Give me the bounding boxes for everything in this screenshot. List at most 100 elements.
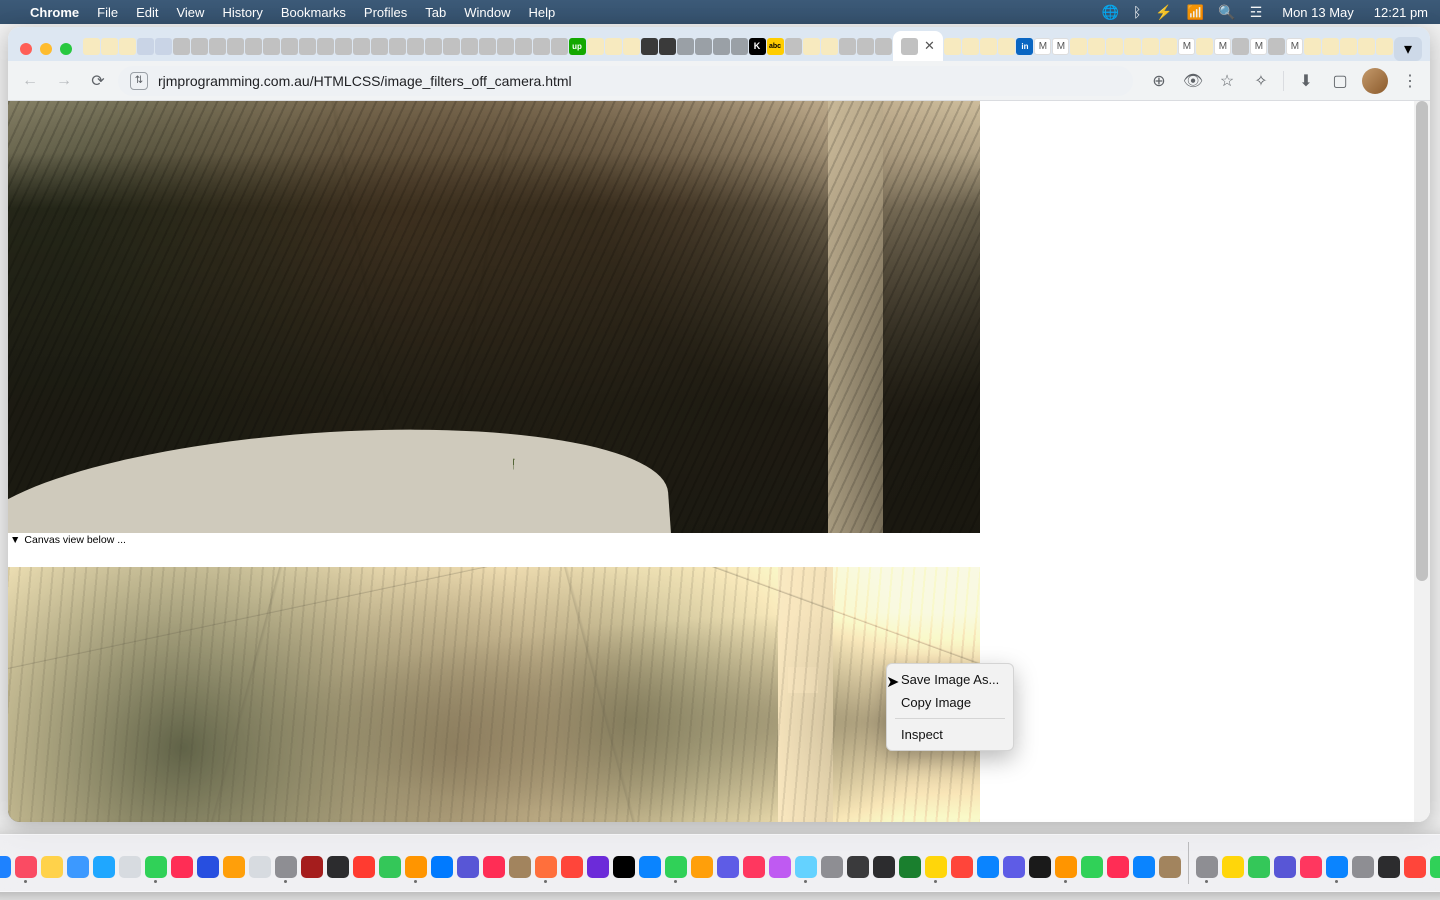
- background-tab[interactable]: [1142, 38, 1159, 55]
- status-spotlight-icon[interactable]: 🔍: [1218, 4, 1235, 21]
- dock-app[interactable]: [560, 843, 584, 883]
- active-tab[interactable]: ✕: [893, 31, 943, 61]
- dock-app[interactable]: [1054, 843, 1078, 883]
- status-bluetooth-icon[interactable]: ᛒ: [1133, 4, 1141, 20]
- dock-app[interactable]: [950, 843, 974, 883]
- background-tab[interactable]: [389, 38, 406, 55]
- context-inspect[interactable]: Inspect: [887, 723, 1013, 746]
- background-tab[interactable]: [1088, 38, 1105, 55]
- disclosure-triangle-icon[interactable]: ▼: [10, 534, 20, 546]
- background-tab[interactable]: [335, 38, 352, 55]
- background-tab[interactable]: [227, 38, 244, 55]
- background-tab[interactable]: [317, 38, 334, 55]
- background-tab[interactable]: [209, 38, 226, 55]
- background-tab[interactable]: [857, 38, 874, 55]
- background-tab[interactable]: [1322, 38, 1339, 55]
- dock-app[interactable]: [976, 843, 1000, 883]
- dock-app[interactable]: [1299, 843, 1323, 883]
- background-tab[interactable]: [998, 38, 1015, 55]
- dock-app[interactable]: [768, 843, 792, 883]
- background-tab[interactable]: [461, 38, 478, 55]
- background-tab[interactable]: [677, 38, 694, 55]
- background-tab[interactable]: M: [1052, 38, 1069, 55]
- status-battery-icon[interactable]: ⚡: [1155, 4, 1172, 21]
- background-tab[interactable]: [551, 38, 568, 55]
- dock-app[interactable]: [326, 843, 350, 883]
- background-tab[interactable]: [533, 38, 550, 55]
- background-tab[interactable]: [425, 38, 442, 55]
- dock-app[interactable]: [430, 843, 454, 883]
- tab-search-button[interactable]: ▾: [1394, 37, 1422, 61]
- menubar-app-name[interactable]: Chrome: [30, 5, 79, 20]
- background-tab[interactable]: [821, 38, 838, 55]
- background-tab[interactable]: [659, 38, 676, 55]
- dock-app[interactable]: [1002, 843, 1026, 883]
- dock-app[interactable]: [1221, 843, 1245, 883]
- background-tab[interactable]: [1124, 38, 1141, 55]
- background-tab[interactable]: [101, 38, 118, 55]
- background-tab[interactable]: M: [1214, 38, 1231, 55]
- status-wifi-icon[interactable]: 📶: [1187, 4, 1204, 21]
- omnibox[interactable]: ⇅ rjmprogramming.com.au/HTMLCSS/image_fi…: [118, 66, 1133, 96]
- background-tab[interactable]: [281, 38, 298, 55]
- status-globe-icon[interactable]: 🌐: [1102, 4, 1119, 21]
- dock-app[interactable]: [534, 843, 558, 883]
- status-control-center-icon[interactable]: ☲: [1250, 4, 1263, 21]
- menubar-time[interactable]: 12:21 pm: [1374, 5, 1428, 20]
- background-tab[interactable]: [263, 38, 280, 55]
- dock-app[interactable]: [690, 843, 714, 883]
- dock-app[interactable]: [612, 843, 636, 883]
- dock-app[interactable]: [638, 843, 662, 883]
- dock-app[interactable]: [144, 843, 168, 883]
- page-content[interactable]: ▼ Canvas view below ...: [8, 101, 1414, 822]
- menu-bookmarks[interactable]: Bookmarks: [281, 5, 346, 20]
- vertical-scrollbar[interactable]: [1414, 101, 1430, 822]
- background-tab[interactable]: [353, 38, 370, 55]
- dock-app[interactable]: [1195, 843, 1219, 883]
- dock-app[interactable]: [40, 843, 64, 883]
- menu-window[interactable]: Window: [464, 5, 510, 20]
- background-tab[interactable]: [605, 38, 622, 55]
- dock-app[interactable]: [1132, 843, 1156, 883]
- dock-app[interactable]: [482, 843, 506, 883]
- background-tab[interactable]: M: [1286, 38, 1303, 55]
- background-tab[interactable]: [515, 38, 532, 55]
- background-tab[interactable]: [587, 38, 604, 55]
- dock-app[interactable]: [1351, 843, 1375, 883]
- background-tab[interactable]: [1304, 38, 1321, 55]
- dock-app[interactable]: [300, 843, 324, 883]
- context-save-image-as[interactable]: Save Image As...: [887, 668, 1013, 691]
- background-tab[interactable]: [803, 38, 820, 55]
- background-tab[interactable]: [1358, 38, 1375, 55]
- dock-app[interactable]: [1106, 843, 1130, 883]
- menu-tab[interactable]: Tab: [425, 5, 446, 20]
- background-tab[interactable]: [731, 38, 748, 55]
- background-tab[interactable]: [641, 38, 658, 55]
- background-tab[interactable]: [83, 38, 100, 55]
- bookmark-star-icon[interactable]: ☆: [1215, 71, 1239, 91]
- dock-app[interactable]: [742, 843, 766, 883]
- background-tab[interactable]: K: [749, 38, 766, 55]
- zoom-icon[interactable]: ⊕: [1147, 71, 1171, 91]
- menu-history[interactable]: History: [222, 5, 262, 20]
- background-tab[interactable]: [944, 38, 961, 55]
- dock-app[interactable]: [898, 843, 922, 883]
- dock-app[interactable]: [170, 843, 194, 883]
- dock-app[interactable]: [404, 843, 428, 883]
- dock-app[interactable]: [586, 843, 610, 883]
- dock-app[interactable]: [846, 843, 870, 883]
- background-tab[interactable]: [1160, 38, 1177, 55]
- chrome-menu-icon[interactable]: ⋮: [1398, 71, 1422, 91]
- background-tab[interactable]: [407, 38, 424, 55]
- profile-avatar[interactable]: [1362, 68, 1388, 94]
- menu-edit[interactable]: Edit: [136, 5, 158, 20]
- canvas-caption-row[interactable]: ▼ Canvas view below ...: [8, 533, 980, 547]
- dock-app[interactable]: [196, 843, 220, 883]
- menu-profiles[interactable]: Profiles: [364, 5, 407, 20]
- background-tab[interactable]: M: [1034, 38, 1051, 55]
- dock-app[interactable]: [352, 843, 376, 883]
- dock-app[interactable]: [794, 843, 818, 883]
- background-tab[interactable]: [119, 38, 136, 55]
- dock-app[interactable]: [1080, 843, 1104, 883]
- window-minimize-button[interactable]: [40, 43, 52, 55]
